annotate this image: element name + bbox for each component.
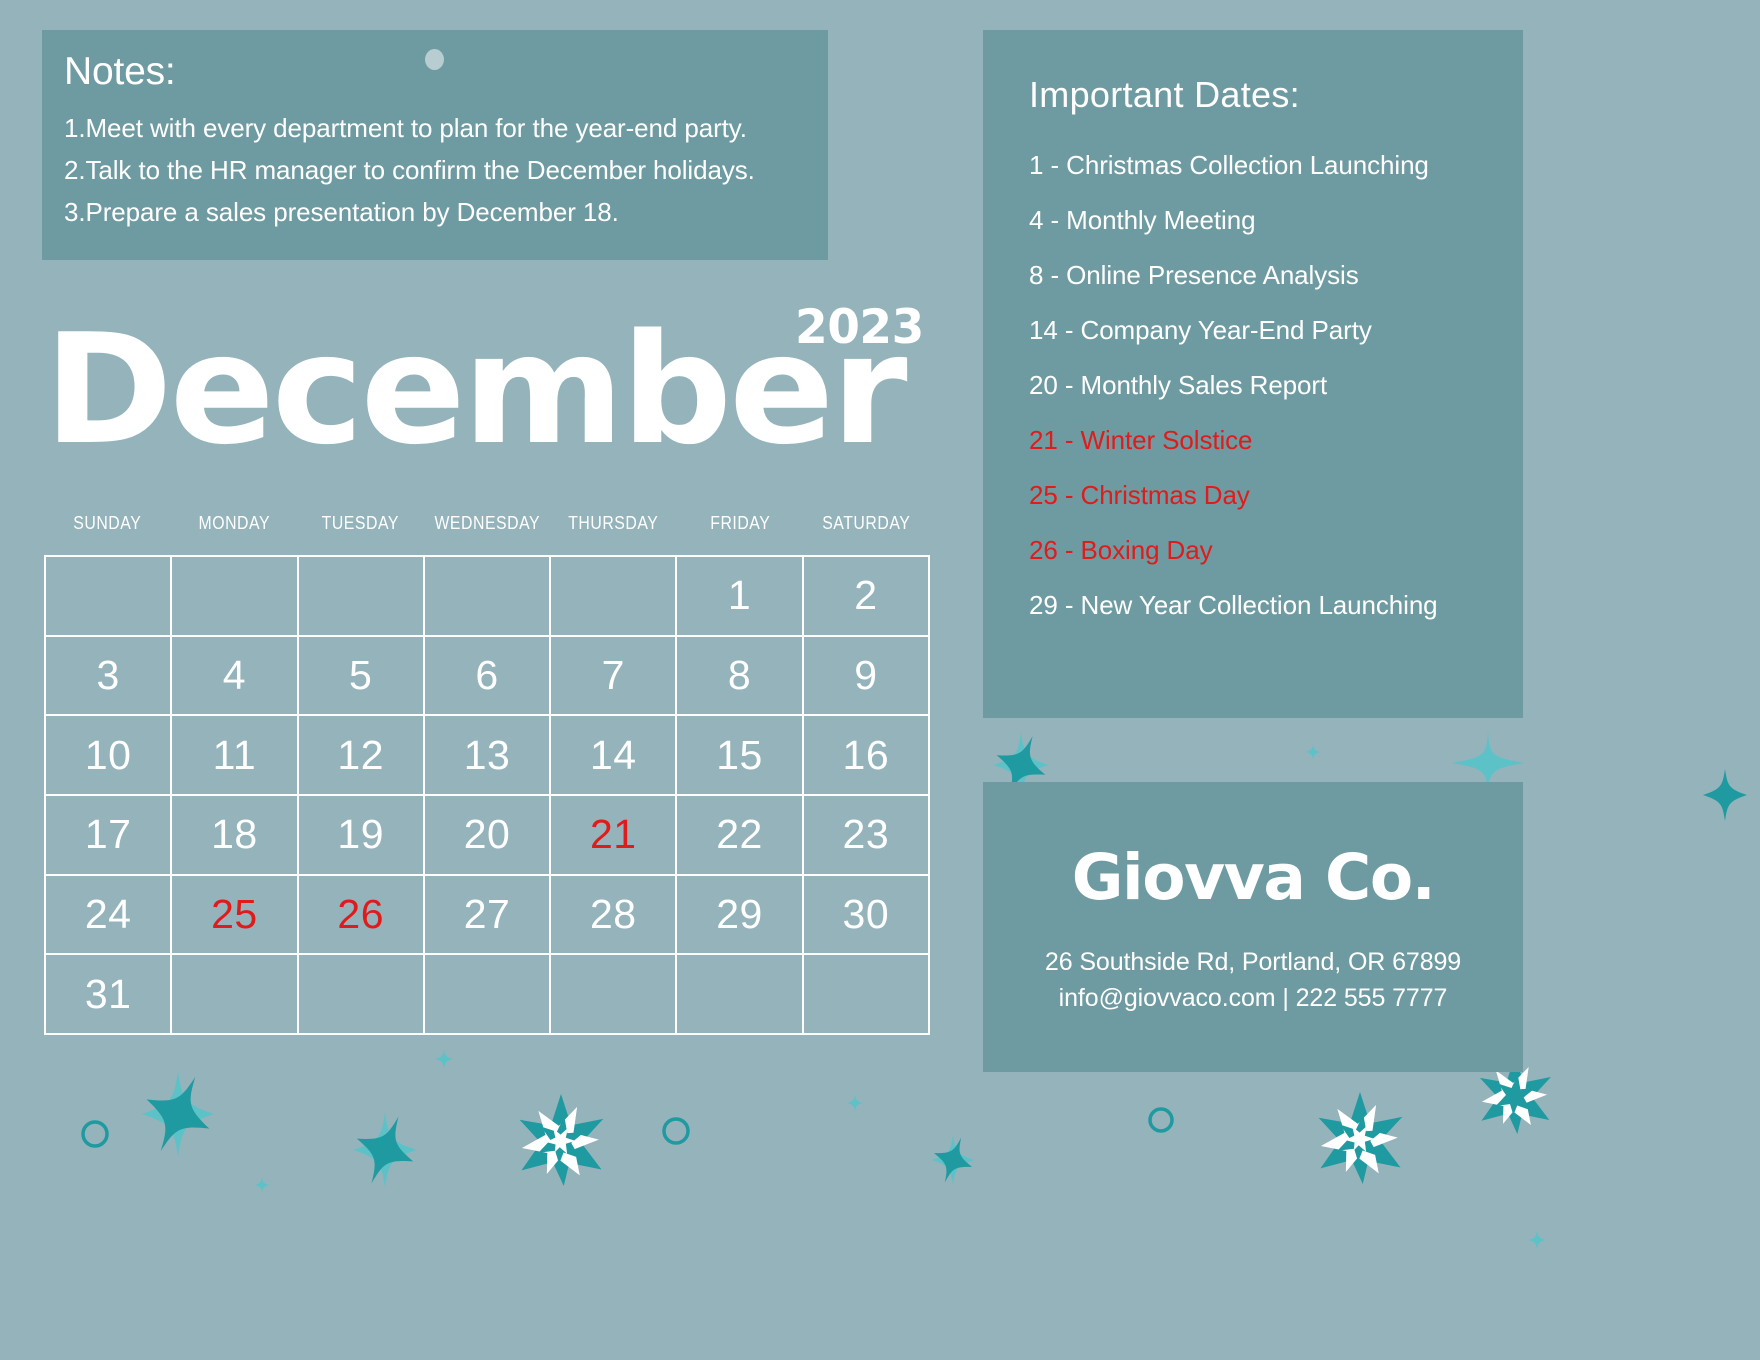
weekday-header-row: SUNDAY MONDAY TUESDAY WEDNESDAY THURSDAY FRID… — [44, 513, 930, 534]
important-dates-panel: Important Dates: 1 - Christmas Collectio… — [983, 30, 1523, 718]
important-date-item: 14 - Company Year-End Party — [1029, 315, 1372, 345]
star-group-right — [925, 1107, 1546, 1250]
sparkle-icon — [847, 1094, 863, 1112]
star-4point-icon — [343, 1105, 427, 1195]
day-cell-empty — [298, 955, 425, 1035]
day-cell-empty — [172, 955, 299, 1035]
day-cell[interactable]: 18 — [172, 795, 299, 876]
star-4point-icon — [925, 1130, 981, 1190]
important-date-item: 21 - Winter Solstice — [1029, 425, 1253, 455]
day-cell[interactable]: 27 — [424, 875, 552, 956]
day-cell[interactable]: 14 — [551, 716, 678, 796]
sparkle-icon — [435, 1049, 453, 1069]
note-item: 1.Meet with every department to plan for… — [64, 112, 747, 143]
weekday-label: THURSDAY — [568, 513, 659, 533]
weekday-label: WEDNESDAY — [434, 513, 540, 533]
weekday-label: SATURDAY — [822, 513, 911, 533]
circle-outline-icon — [1148, 1107, 1174, 1133]
brand-name: Giovva Co. — [1071, 841, 1436, 914]
day-cell[interactable]: 17 — [46, 795, 173, 876]
day-cell[interactable]: 28 — [551, 875, 678, 956]
sparkle-icon — [1528, 1230, 1546, 1250]
day-cell-empty — [46, 557, 173, 637]
day-cell[interactable]: 11 — [172, 716, 299, 796]
month-name: December — [44, 301, 908, 478]
day-cell[interactable]: 5 — [298, 636, 425, 717]
sparkle-icon — [255, 1177, 269, 1193]
day-cell[interactable]: 19 — [298, 795, 425, 876]
calendar-poster: Notes: 1.Meet with every department to p… — [0, 0, 1760, 1360]
day-cell[interactable]: 3 — [46, 636, 173, 717]
day-cell[interactable]: 16 — [803, 716, 930, 796]
day-cell[interactable]: 21 — [551, 795, 678, 876]
day-cell-empty — [803, 955, 930, 1035]
day-cell[interactable]: 8 — [677, 636, 804, 717]
day-cell[interactable]: 29 — [677, 875, 804, 956]
day-cell-empty — [551, 955, 678, 1035]
day-cell[interactable]: 26 — [298, 875, 425, 956]
day-cell-empty — [298, 557, 425, 637]
day-cell-empty — [172, 557, 299, 637]
important-date-item: 26 - Boxing Day — [1029, 535, 1213, 565]
day-cell[interactable]: 1 — [677, 557, 804, 637]
day-cell-empty — [551, 557, 678, 637]
circle-outline-icon — [81, 1120, 109, 1148]
day-cell[interactable]: 23 — [803, 795, 930, 876]
day-cell[interactable]: 9 — [803, 636, 930, 717]
star-4point-icon — [1703, 769, 1747, 821]
important-date-item: 4 - Monthly Meeting — [1029, 205, 1256, 235]
important-dates-list: 1 - Christmas Collection Launching 4 - Mo… — [1029, 152, 1523, 618]
star-burst-icon — [1314, 1090, 1407, 1186]
day-cell[interactable]: 30 — [803, 875, 930, 956]
day-cell[interactable]: 7 — [551, 636, 678, 717]
day-cell[interactable]: 15 — [677, 716, 804, 796]
day-cell[interactable]: 4 — [172, 636, 299, 717]
day-cell-empty — [424, 955, 552, 1035]
weekday-label: TUESDAY — [321, 513, 400, 533]
brand-address: 26 Southside Rd, Portland, OR 67899 — [1044, 948, 1462, 976]
star-burst-icon — [515, 1092, 608, 1188]
day-cell-empty — [677, 955, 804, 1035]
day-cell[interactable]: 12 — [298, 716, 425, 796]
circle-outline-icon — [662, 1117, 690, 1145]
star-group-bursts — [515, 1054, 1555, 1188]
day-cell-empty — [424, 557, 552, 637]
note-item: 3.Prepare a sales presentation by Decemb… — [64, 197, 619, 228]
day-cell[interactable]: 31 — [46, 955, 173, 1035]
day-cell[interactable]: 13 — [424, 716, 552, 796]
day-cell[interactable]: 24 — [46, 875, 173, 956]
sparkle-icon — [1306, 744, 1320, 760]
brand-panel: Giovva Co. 26 Southside Rd, Portland, OR… — [983, 782, 1523, 1072]
important-date-item: 25 - Christmas Day — [1029, 480, 1250, 510]
month-title-block: 2023 December — [44, 300, 944, 500]
day-cell[interactable]: 10 — [46, 716, 173, 796]
important-date-item: 1 - Christmas Collection Launching — [1029, 150, 1429, 180]
star-group-left — [81, 1049, 863, 1195]
day-cell[interactable]: 20 — [424, 795, 552, 876]
binder-hole-icon — [425, 49, 444, 70]
day-cell[interactable]: 6 — [424, 636, 552, 717]
brand-contact-line: info@giovvaco.com | 222 555 7777 — [1058, 983, 1448, 1012]
important-date-item: 29 - New Year Collection Launching — [1029, 590, 1438, 620]
note-item: 2.Talk to the HR manager to confirm the … — [64, 155, 755, 186]
weekday-label: SUNDAY — [73, 513, 142, 533]
star-4point-icon — [129, 1062, 227, 1166]
calendar-grid: 1 2 3 4 5 6 7 8 9 10 11 12 13 14 15 16 17 18 19 20 21 22 23 24 2… — [44, 555, 930, 1035]
day-cell[interactable]: 25 — [172, 875, 299, 956]
important-date-item: 20 - Monthly Sales Report — [1029, 370, 1328, 400]
important-date-item: 8 - Online Presence Analysis — [1029, 260, 1359, 290]
weekday-label: FRIDAY — [710, 513, 771, 533]
important-dates-title: Important Dates: — [1029, 74, 1300, 115]
weekday-label: MONDAY — [198, 513, 270, 533]
day-cell[interactable]: 22 — [677, 795, 804, 876]
day-cell[interactable]: 2 — [803, 557, 930, 637]
